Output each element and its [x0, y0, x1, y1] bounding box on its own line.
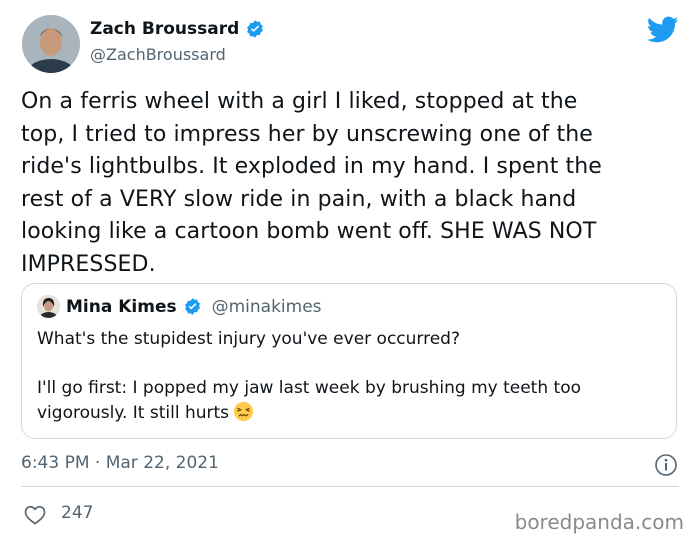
- author-avatar[interactable]: [22, 15, 80, 73]
- confounded-face-emoji-icon: [233, 401, 254, 422]
- tweet-text: On a ferris wheel with a girl I liked, s…: [21, 86, 681, 281]
- author-name-row: Zach Broussard: [90, 19, 265, 39]
- like-heart-icon[interactable]: [24, 505, 46, 525]
- tweet-text-line: rest of a VERY slow ride in pain, with a…: [21, 186, 577, 212]
- author-display-name[interactable]: Zach Broussard: [90, 19, 239, 39]
- quoted-tweet-text: What's the stupidest injury you've ever …: [37, 327, 667, 426]
- verified-badge-icon: [184, 298, 200, 315]
- author-handle[interactable]: @ZachBroussard: [90, 45, 226, 64]
- quoted-tweet-header: Mina Kimes @minakimes: [37, 295, 322, 318]
- like-count: 247: [61, 503, 94, 523]
- quoted-tweet-card[interactable]: Mina Kimes @minakimes What's the stupide…: [21, 283, 677, 439]
- quoted-text-line: vigorously. It still hurts: [37, 401, 667, 426]
- verified-badge-icon: [247, 20, 264, 38]
- avatar-photo: [22, 15, 80, 73]
- divider: [21, 486, 679, 487]
- twitter-bird-icon[interactable]: [647, 16, 679, 44]
- info-icon[interactable]: [654, 453, 678, 477]
- quoted-avatar-photo: [37, 295, 60, 318]
- quoted-author-display-name: Mina Kimes: [66, 296, 177, 317]
- tweet-text-line: looking like a cartoon bomb went off. SH…: [21, 219, 597, 244]
- quoted-text-line: I'll go first: I popped my jaw last week…: [37, 378, 581, 398]
- quoted-author-handle: @minakimes: [211, 296, 322, 317]
- tweet-timestamp[interactable]: 6:43 PM · Mar 22, 2021: [21, 453, 219, 473]
- tweet-text-line: On a ferris wheel with a girl I liked, s…: [21, 89, 578, 114]
- tweet-text-line: ride's lightbulbs. It exploded in my han…: [21, 154, 602, 179]
- quoted-text-line: What's the stupidest injury you've ever …: [37, 329, 460, 349]
- tweet-text-line: top, I tried to impress her by unscrewin…: [21, 121, 593, 147]
- tweet-text-line: IMPRESSED.: [21, 251, 156, 277]
- watermark: boredpanda.com: [514, 510, 684, 534]
- quoted-author-avatar: [37, 295, 60, 318]
- quoted-text-line-content: vigorously. It still hurts: [37, 403, 230, 423]
